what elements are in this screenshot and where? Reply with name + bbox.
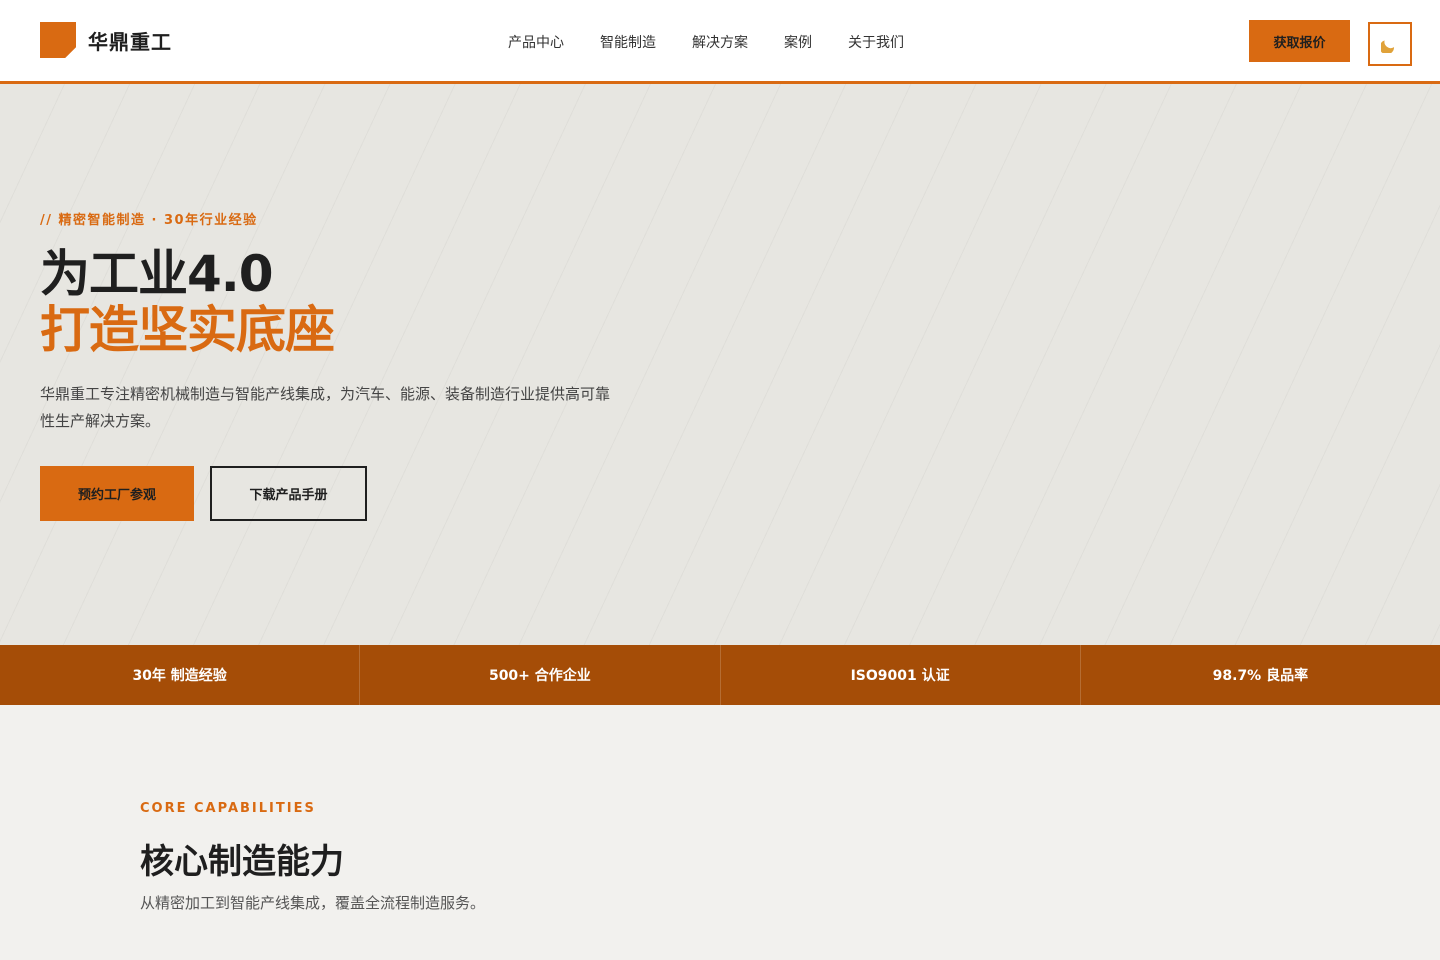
moon-icon [1381,40,1395,53]
stat-certification: ISO9001 认证 [721,645,1081,705]
main-nav: 产品中心 智能制造 解决方案 案例 关于我们 [508,32,940,52]
nav-item-about[interactable]: 关于我们 [848,32,904,52]
theme-toggle-button[interactable] [1368,22,1412,66]
hero-title: 为工业4.0 打造坚实底座 [40,245,335,359]
book-factory-visit-button[interactable]: 预约工厂参观 [40,466,194,521]
capabilities-title: 核心制造能力 [140,842,344,882]
brand-name: 华鼎重工 [88,29,172,54]
hero-section: // 精密智能制造 · 30年行业经验 为工业4.0 打造坚实底座 华鼎重工专注… [0,84,1440,645]
nav-item-smart-manufacturing[interactable]: 智能制造 [600,32,656,52]
nav-item-products[interactable]: 产品中心 [508,32,564,52]
nav-item-cases[interactable]: 案例 [784,32,812,52]
brand-logo[interactable]: 华鼎重工 [40,22,172,58]
stat-yield-rate: 98.7% 良品率 [1212,668,1309,684]
logo-mark-icon [40,22,76,58]
stat-experience: 30年 制造经验 [0,645,361,705]
nav-item-solutions[interactable]: 解决方案 [692,32,748,52]
site-header: 华鼎重工 产品中心 智能制造 解决方案 案例 关于我们 获取报价 [0,0,1440,84]
hero-title-line1: 为工业4.0 [40,245,274,303]
hero-title-line2: 打造坚实底座 [40,301,335,359]
download-brochure-button[interactable]: 下载产品手册 [210,466,367,521]
capabilities-eyebrow: CORE CAPABILITIES [140,801,316,816]
stat-partners: 500+ 合作企业 [360,645,721,705]
get-quote-button[interactable]: 获取报价 [1249,20,1350,62]
capabilities-description: 从精密加工到智能产线集成，覆盖全流程制造服务。 [140,894,486,912]
hero-eyebrow: // 精密智能制造 · 30年行业经验 [40,213,258,228]
hero-description: 华鼎重工专注精密机械制造与智能产线集成，为汽车、能源、装备制造行业提供高可靠性生… [40,385,611,430]
stats-bar: 30年 制造经验 500+ 合作企业 ISO9001 认证 98.7% 良品率 [0,645,1440,705]
